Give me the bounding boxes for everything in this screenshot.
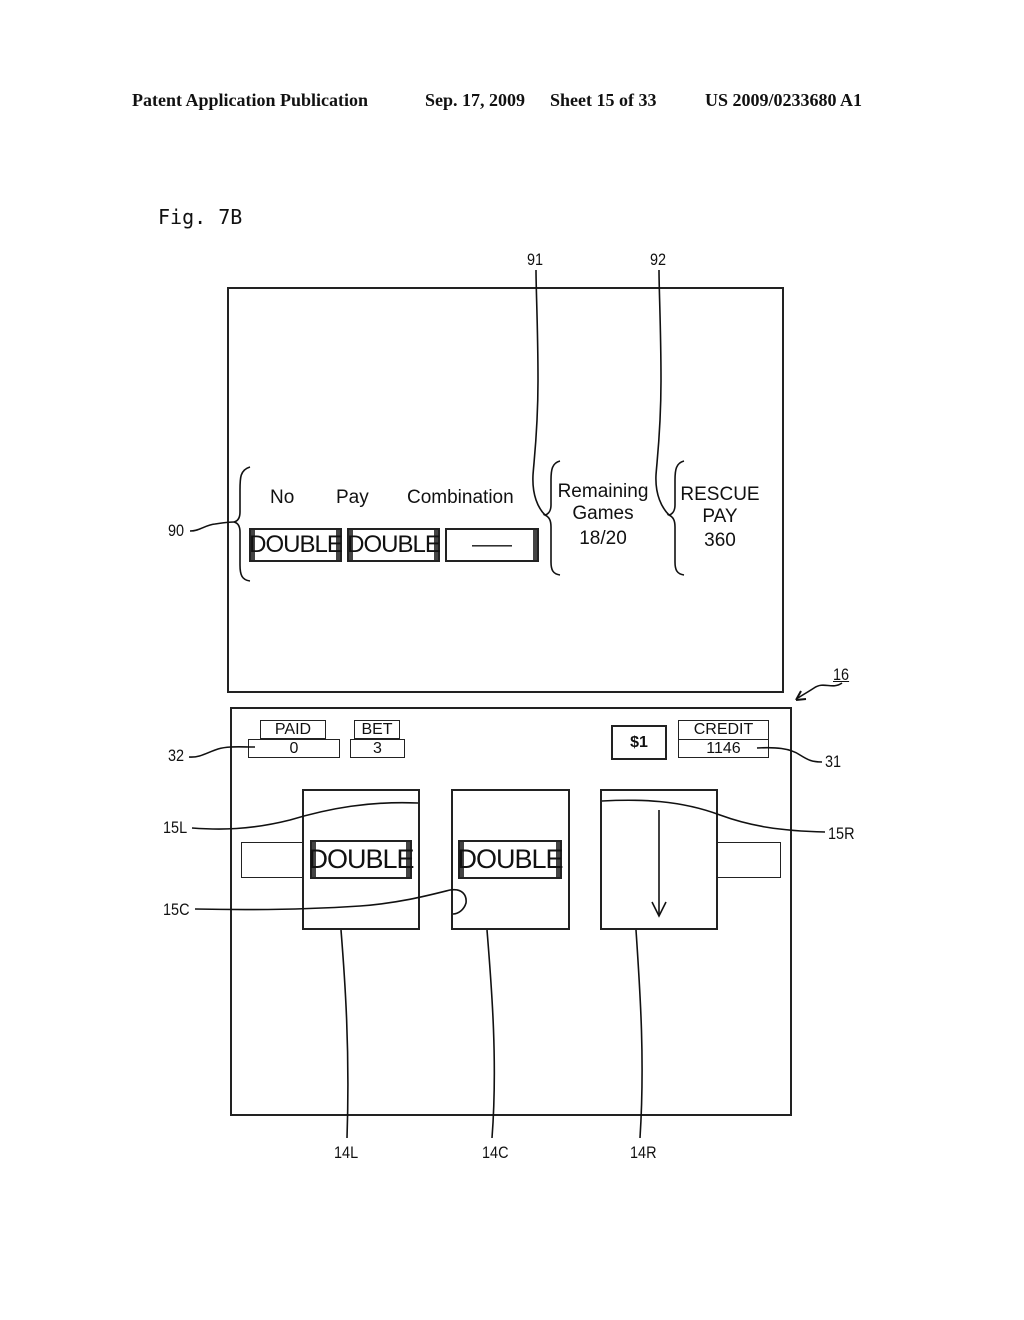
patent-number: US 2009/0233680 A1 [705,90,863,110]
cell-pay-symbol: DOUBLE [347,528,441,562]
paid-label: PAID [260,720,326,739]
bet-value: 3 [350,739,405,758]
ref-32: 32 [168,746,185,765]
sheet-number: Sheet 15 of 33 [550,90,657,110]
rescue-label-line1: RESCUE [680,484,760,505]
publication-date: Sep. 17, 2009 [425,90,526,110]
ref-91: 91 [527,250,544,269]
ref-92: 92 [650,250,667,269]
reel-center-symbol: DOUBLE [457,840,564,879]
reel-center-symbol-text: DOUBLE [457,844,563,874]
ref-14L: 14L [334,1143,359,1162]
ref-14C: 14C [482,1143,509,1162]
cell-pay-text: DOUBLE [347,531,441,558]
column-header-pay: Pay [336,487,369,508]
remaining-games-value: 18/20 [579,528,627,549]
payline-indicator-right [717,842,781,878]
rescue-label-line2: PAY [702,506,738,527]
ref-90: 90 [168,521,185,540]
column-header-combination: Combination [407,487,514,508]
ref-15C: 15C [163,900,190,919]
paid-value: 0 [248,739,340,758]
ref-14R: 14R [630,1143,657,1162]
ref-15L: 15L [163,818,188,837]
ref-16: 16 [833,665,850,684]
ref-31: 31 [825,752,842,771]
reel-right [600,789,718,930]
rescue-pay-label: RESCUE PAY 360 [672,484,768,552]
reel-left-symbol: DOUBLE [308,840,415,879]
remaining-label-line1: Remaining [557,481,649,502]
leader-16 [797,682,843,699]
payline-indicator-left [241,842,305,878]
credit-value: 1146 [678,739,769,758]
remaining-label: Remaining Games 18/20 [553,481,653,550]
cell-combination: —— [445,528,539,562]
cell-no-symbol: DOUBLE [249,528,343,562]
arrow-16-head [795,690,807,701]
rescue-pay-value: 360 [704,530,736,551]
credit-label: CREDIT [678,720,769,740]
remaining-label-line2: Games [572,503,634,524]
cell-combination-text: —— [472,533,512,556]
reel-left-symbol-text: DOUBLE [308,844,414,874]
ref-15R: 15R [828,824,855,843]
publication-label: Patent Application Publication [132,90,369,110]
bet-label: BET [354,720,400,739]
figure-label: Fig. 7B [158,205,243,229]
denomination-display[interactable]: $1 [611,725,667,760]
column-header-no: No [270,487,295,508]
cell-no-text: DOUBLE [249,531,343,558]
